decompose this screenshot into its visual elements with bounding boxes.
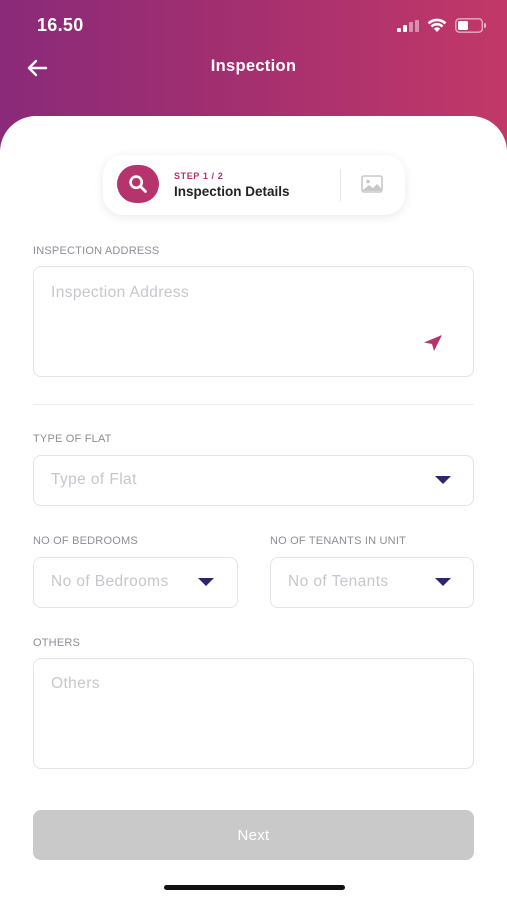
next-button[interactable]: Next [33,810,474,860]
nav-bar: Inspection [0,48,507,88]
step-divider [340,169,341,201]
tenants-placeholder: No of Tenants [288,573,389,590]
step-indicator: STEP 1 / 2 Inspection Details [103,155,405,215]
page-title: Inspection [210,57,297,75]
chevron-down-icon [435,578,451,586]
tenants-label: NO OF TENANTS IN UNIT [270,535,407,547]
step-title: Inspection Details [174,184,290,199]
others-placeholder: Others [51,675,100,692]
content-sheet [0,116,507,900]
bedrooms-label: NO OF BEDROOMS [33,535,138,547]
chevron-down-icon [198,578,214,586]
search-icon [129,175,147,193]
cellular-signal-icon [397,20,419,32]
bedrooms-dropdown[interactable]: No of Bedrooms [33,557,238,608]
section-divider [33,404,474,405]
address-label: INSPECTION ADDRESS [33,245,160,257]
others-input[interactable]: Others [33,658,474,769]
step-1-badge[interactable] [117,165,159,203]
flat-type-placeholder: Type of Flat [51,471,137,488]
flat-type-label: TYPE OF FLAT [33,433,112,445]
bedrooms-placeholder: No of Bedrooms [51,573,169,590]
status-bar: 16.50 [0,0,507,50]
image-icon[interactable] [361,175,383,193]
step-count: STEP 1 / 2 [174,171,224,181]
battery-icon [455,18,486,33]
chevron-down-icon [435,476,451,484]
address-placeholder: Inspection Address [51,284,190,301]
address-input[interactable]: Inspection Address [33,266,474,377]
wifi-icon [427,18,447,32]
flat-type-dropdown[interactable]: Type of Flat [33,455,474,506]
location-arrow-icon[interactable] [423,334,443,352]
status-time: 16.50 [37,15,84,35]
tenants-dropdown[interactable]: No of Tenants [270,557,474,608]
others-label: OTHERS [33,637,81,649]
home-indicator [164,885,345,890]
